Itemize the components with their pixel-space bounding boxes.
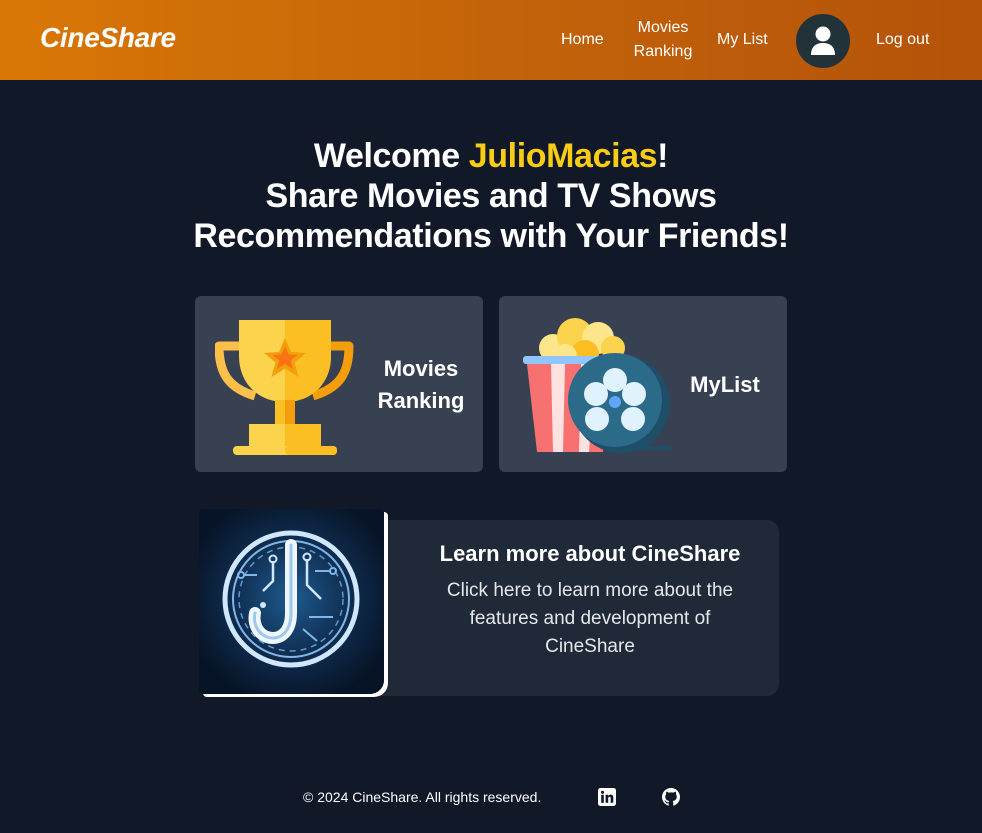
github-icon[interactable] [662, 788, 680, 806]
welcome-heading: Welcome JulioMacias! Share Movies and TV… [0, 136, 982, 256]
nav-my-list-link[interactable]: My List [717, 28, 768, 52]
nav-home-link[interactable]: Home [561, 28, 604, 52]
movies-ranking-card-title: Movies Ranking [369, 353, 473, 417]
linkedin-icon[interactable] [598, 788, 616, 806]
circuit-j-logo [199, 509, 384, 694]
ranking-title-line1: Movies [383, 356, 459, 381]
top-navbar: CineShare Home Movies Ranking My List Lo… [0, 0, 982, 80]
mylist-card-title: MyList [690, 372, 760, 397]
footer-copyright: © 2024 CineShare. All rights reserved. [303, 789, 542, 805]
user-icon [811, 26, 835, 55]
ranking-title-line2: Ranking [377, 388, 465, 413]
tagline-line-3: Recommendations with Your Friends! [193, 217, 789, 255]
trophy-icon [215, 320, 354, 455]
username-highlight: JulioMacias [468, 137, 658, 175]
learn-more-title: Learn more about CineShare [439, 541, 741, 566]
learn-more-description: Click here to learn more about the featu… [446, 580, 734, 657]
circuit-j-logo-graphic [222, 530, 360, 668]
nav-ranking-label-line1: Movies [637, 19, 689, 36]
welcome-exclaim: ! [657, 137, 669, 175]
brand-logo[interactable]: CineShare [40, 22, 176, 54]
welcome-word: Welcome [313, 137, 460, 175]
logout-link[interactable]: Log out [876, 28, 929, 52]
mylist-card[interactable]: MyList [499, 296, 787, 472]
user-avatar-button[interactable] [796, 14, 850, 68]
movies-ranking-card[interactable]: Movies Ranking [195, 296, 483, 472]
welcome-line: Welcome JulioMacias! [0, 136, 982, 176]
nav-ranking-label-line2: Ranking [633, 43, 693, 60]
nav-movies-ranking-link[interactable]: Movies Ranking [630, 16, 696, 64]
popcorn-film-reel-icon [523, 318, 671, 453]
tagline-line-2: Share Movies and TV Shows [265, 177, 717, 215]
